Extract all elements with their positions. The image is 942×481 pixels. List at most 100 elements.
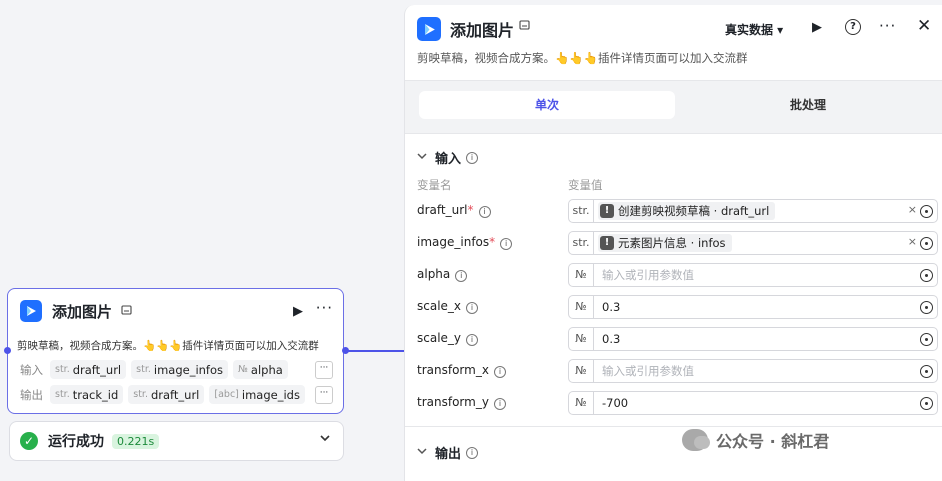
- type-badge: №: [569, 264, 594, 286]
- chevron-down-icon: [417, 446, 435, 459]
- inputs-label: 输入: [20, 362, 43, 377]
- outputs-more-button[interactable]: ···: [315, 386, 333, 404]
- reference-target-icon[interactable]: [920, 397, 933, 410]
- wechat-icon: [682, 429, 710, 451]
- output-section-title: 输出: [435, 447, 462, 462]
- param-value-field[interactable]: str. ! 创建剪映视频草稿 · draft_url ×: [568, 199, 938, 223]
- output-chip-track-id: str. track_id: [50, 385, 124, 404]
- input-chip-draft-url: str. draft_url: [50, 360, 127, 379]
- output-section-header[interactable]: 输出 i: [417, 443, 479, 462]
- input-port-handle[interactable]: [4, 347, 11, 354]
- info-icon[interactable]: i: [466, 446, 479, 459]
- section-divider: [405, 426, 942, 427]
- param-row-scale-x: scale_x i №: [405, 295, 942, 319]
- scale-y-input[interactable]: [600, 331, 904, 347]
- type-badge: №: [569, 360, 594, 382]
- type-badge: str.: [569, 200, 594, 222]
- type-badge: №: [569, 296, 594, 318]
- outputs-label: 输出: [20, 387, 43, 402]
- param-name: scale_x i: [417, 299, 479, 314]
- reference-target-icon[interactable]: [920, 269, 933, 282]
- info-icon[interactable]: i: [478, 206, 491, 218]
- tab-single[interactable]: 单次: [419, 91, 675, 119]
- param-row-image-infos: image_infos* i str. ! 元素图片信息 · infos ×: [405, 231, 942, 255]
- play-icon[interactable]: ▶: [293, 304, 303, 319]
- info-icon[interactable]: i: [493, 366, 506, 378]
- warning-icon: !: [600, 236, 614, 250]
- run-duration-badge: 0.221s: [112, 433, 160, 449]
- param-row-transform-y: transform_y i №: [405, 391, 942, 415]
- output-chip-draft-url: str. draft_url: [128, 385, 205, 404]
- alpha-input[interactable]: [600, 267, 904, 283]
- node-header: 添加图片: [20, 299, 132, 323]
- clear-icon[interactable]: ×: [908, 203, 917, 216]
- connection-edge: [348, 350, 404, 352]
- param-row-alpha: alpha i №: [405, 263, 942, 287]
- variable-reference-tag[interactable]: ! 创建剪映视频草稿 · draft_url: [598, 202, 776, 220]
- type-badge: №: [569, 392, 594, 414]
- data-mode-dropdown[interactable]: 真实数据 ▾: [725, 21, 783, 38]
- param-name: transform_x i: [417, 363, 506, 378]
- chevron-down-icon: [417, 151, 435, 164]
- chevron-down-icon[interactable]: [319, 432, 331, 447]
- play-icon[interactable]: ▶: [812, 20, 822, 35]
- input-section-title: 输入: [435, 152, 462, 167]
- help-icon[interactable]: ?: [845, 19, 861, 35]
- param-row-draft-url: draft_url* i str. ! 创建剪映视频草稿 · draft_url …: [405, 199, 942, 223]
- transform-y-input[interactable]: [600, 395, 904, 411]
- close-icon[interactable]: ✕: [917, 16, 931, 36]
- capcut-logo-icon: [417, 17, 441, 41]
- info-icon[interactable]: i: [466, 151, 479, 164]
- reference-target-icon[interactable]: [920, 365, 933, 378]
- reference-target-icon[interactable]: [920, 301, 933, 314]
- panel-description: 剪映草稿，视频合成方案。👆👆👆插件详情页面可以加入交流群: [417, 51, 748, 65]
- info-icon[interactable]: i: [466, 302, 479, 314]
- input-section-header[interactable]: 输入 i: [417, 148, 479, 167]
- param-row-transform-x: transform_x i №: [405, 359, 942, 383]
- node-test-panel: 添加图片 真实数据 ▾ ▶ ? ··· ✕ 剪映草稿，视频合成方案。👆👆👆插件详…: [404, 5, 942, 481]
- node-title: 添加图片: [52, 302, 113, 321]
- success-check-icon: ✓: [20, 432, 38, 450]
- type-badge: str.: [569, 232, 594, 254]
- param-value-field: №: [568, 391, 938, 415]
- tab-batch[interactable]: 批处理: [680, 91, 936, 119]
- variable-reference-tag[interactable]: ! 元素图片信息 · infos: [598, 234, 732, 252]
- more-options-button[interactable]: ···: [879, 17, 896, 35]
- store-icon: [121, 304, 132, 318]
- run-mode-tabs: 单次 批处理: [405, 80, 942, 134]
- reference-target-icon[interactable]: [920, 205, 933, 218]
- param-name: draft_url* i: [417, 203, 491, 218]
- param-value-field: №: [568, 295, 938, 319]
- reference-target-icon[interactable]: [920, 237, 933, 250]
- param-name: scale_y i: [417, 331, 479, 346]
- node-description: 剪映草稿，视频合成方案。👆👆👆插件详情页面可以加入交流群: [17, 340, 319, 352]
- column-header-value: 变量值: [568, 178, 603, 192]
- param-name: image_infos* i: [417, 235, 513, 250]
- warning-icon: !: [600, 204, 614, 218]
- info-icon[interactable]: i: [493, 398, 506, 410]
- scale-x-input[interactable]: [600, 299, 904, 315]
- clear-icon[interactable]: ×: [908, 235, 917, 248]
- inputs-more-button[interactable]: ···: [315, 361, 333, 379]
- info-icon[interactable]: i: [466, 334, 479, 346]
- node-inputs-row: 输入 str. draft_url str. image_infos № alpha: [20, 360, 293, 379]
- column-header-name: 变量名: [417, 178, 452, 192]
- panel-title: 添加图片: [450, 21, 515, 40]
- input-chip-alpha: № alpha: [233, 360, 288, 379]
- capcut-logo-icon: [20, 300, 42, 322]
- info-icon[interactable]: i: [455, 270, 468, 282]
- node-more-button[interactable]: ···: [316, 299, 333, 317]
- info-icon[interactable]: i: [500, 238, 513, 250]
- output-chip-image-ids: [abc] image_ids: [209, 385, 305, 404]
- node-outputs-row: 输出 str. track_id str. draft_url [abc] image…: [20, 385, 310, 404]
- param-row-scale-y: scale_y i №: [405, 327, 942, 351]
- plugin-node-add-image[interactable]: 添加图片 ▶ ··· 剪映草稿，视频合成方案。👆👆👆插件详情页面可以加入交流群 …: [7, 288, 344, 414]
- run-status-text: 运行成功: [48, 434, 104, 450]
- param-value-field: №: [568, 359, 938, 383]
- param-value-field[interactable]: str. ! 元素图片信息 · infos ×: [568, 231, 938, 255]
- param-name: alpha i: [417, 267, 468, 282]
- transform-x-input[interactable]: [600, 363, 904, 379]
- run-status-bar[interactable]: ✓ 运行成功 0.221s: [9, 421, 344, 461]
- store-icon: [519, 20, 530, 33]
- reference-target-icon[interactable]: [920, 333, 933, 346]
